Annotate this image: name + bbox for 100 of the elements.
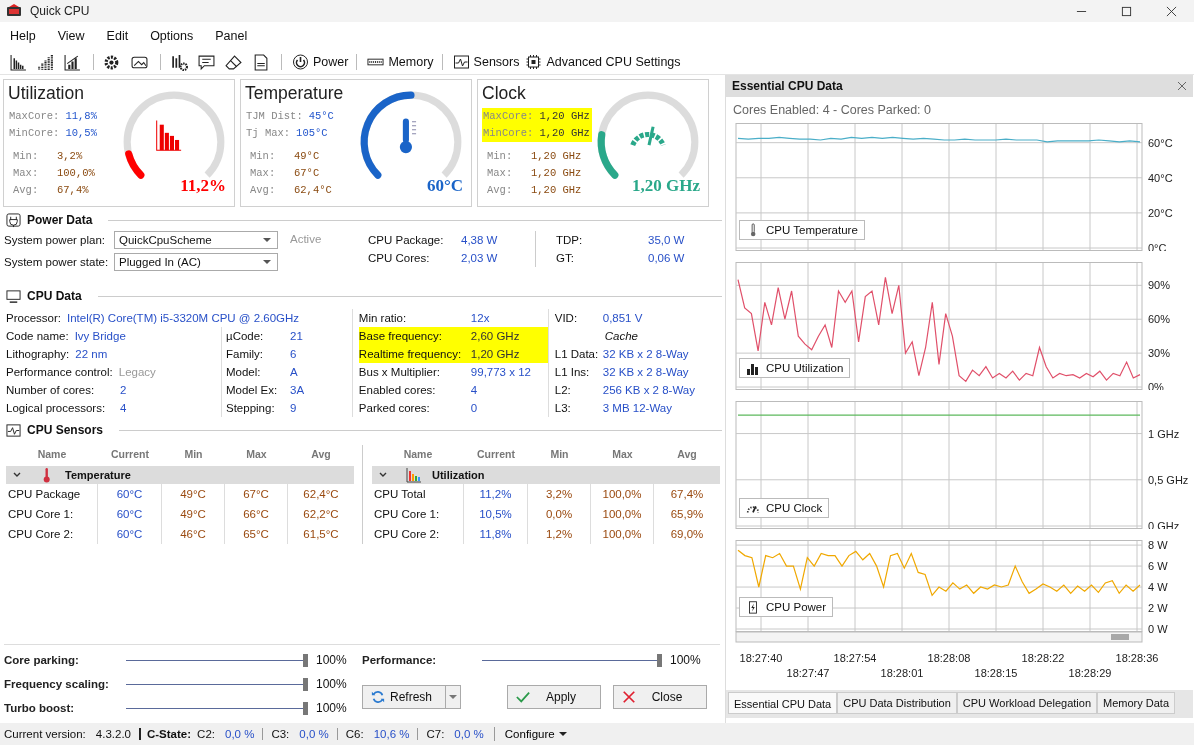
stat-label: Avg: <box>487 183 514 198</box>
scroll-bar[interactable] <box>735 631 1143 643</box>
axis-label: 6 W <box>1148 560 1168 573</box>
stat-value: 67,4% <box>57 183 89 198</box>
slider-thumb[interactable] <box>303 677 308 691</box>
table-cell: CPU Core 1: <box>6 504 98 524</box>
field-label: Lithography: <box>6 348 70 360</box>
stat-label: CPU Package: <box>368 234 445 246</box>
column-header[interactable]: Min <box>528 448 591 460</box>
status-label: C6: <box>336 728 364 740</box>
close-button[interactable]: Close <box>613 685 707 709</box>
table-cell: CPU Total <box>372 484 464 504</box>
field-label: Enabled cores: <box>358 384 437 396</box>
close-icon[interactable] <box>1166 5 1177 17</box>
toolbar-button[interactable]: Sensors <box>452 54 526 70</box>
table-cell: CPU Core 1: <box>372 504 464 524</box>
dropdown[interactable]: QuickCpuScheme <box>114 231 278 249</box>
table-cell: 11,2% <box>464 484 528 504</box>
gear-icon[interactable] <box>104 53 121 71</box>
column-header[interactable]: Max <box>591 448 654 460</box>
field-value: 12x <box>470 312 490 324</box>
axis-label: 20°C <box>1148 206 1173 219</box>
stat-value: 3,2% <box>57 149 83 164</box>
eraser-icon[interactable] <box>225 53 242 71</box>
menu-item[interactable]: Edit <box>106 29 129 43</box>
document-icon[interactable] <box>252 53 269 71</box>
field-label: Stepping: <box>226 402 276 414</box>
status-value: 4.3.2.0 <box>95 728 131 740</box>
column-header[interactable]: Name <box>372 448 464 460</box>
axis-label: 60% <box>1148 313 1171 326</box>
sliders-icon[interactable] <box>171 53 188 71</box>
power-icon <box>292 54 309 70</box>
slider-value: 100% <box>316 677 347 691</box>
field-label: Parked cores: <box>358 402 431 414</box>
status-label: C-State: <box>139 728 192 740</box>
maximize-icon[interactable] <box>1121 5 1132 17</box>
table-cell: 11,8% <box>464 524 528 544</box>
core-stat: MaxCore: 11,8% <box>8 109 98 124</box>
axis-label: 18:28:08 <box>927 652 971 664</box>
toolbar-button[interactable]: Advanced CPU Settings <box>525 54 687 70</box>
battery-icon <box>746 600 760 614</box>
configure-menu[interactable]: Configure <box>493 727 573 741</box>
caret-icon <box>449 695 457 699</box>
gauge-title: Clock <box>482 83 527 104</box>
bar-chart-icon[interactable] <box>64 53 81 71</box>
stat-label: Max: <box>250 166 277 181</box>
summary-text: Cores Enabled: 4 - Cores Parked: 0 <box>732 102 933 119</box>
field-value: 0,851 V <box>602 312 643 324</box>
slider-thumb[interactable] <box>303 701 308 715</box>
apply-button[interactable]: Apply <box>507 685 601 709</box>
legend-label: CPU Power <box>766 601 827 613</box>
group-header[interactable]: Temperature <box>6 466 354 484</box>
refresh-button[interactable]: Refresh <box>362 685 446 709</box>
toolbar-button[interactable]: Power <box>292 54 355 70</box>
close-icon[interactable] <box>1177 81 1187 91</box>
slider-value: 100% <box>670 653 701 667</box>
column-header[interactable]: Avg <box>288 448 354 460</box>
column-header[interactable]: Max <box>225 448 288 460</box>
axis-label: 60°C <box>1148 136 1173 149</box>
stat-label: Min: <box>487 149 514 164</box>
axis-label: 18:27:40 <box>739 652 783 664</box>
menu-item[interactable]: Panel <box>215 29 248 43</box>
tab[interactable]: CPU Data Distribution <box>837 692 957 714</box>
dropdown-button[interactable] <box>446 685 461 709</box>
tab[interactable]: Memory Data <box>1097 692 1176 714</box>
column-header[interactable]: Min <box>162 448 225 460</box>
dropdown[interactable]: Plugged In (AC) <box>114 253 278 271</box>
field-value: 99,773 x 12 <box>470 366 531 378</box>
toolbar-button[interactable]: Memory <box>367 54 440 70</box>
tab[interactable]: CPU Workload Delegation <box>956 692 1097 714</box>
column-header[interactable]: Current <box>98 448 162 460</box>
column-header[interactable]: Name <box>6 448 98 460</box>
group-header[interactable]: Utilization <box>372 466 720 484</box>
field-value: 32 KB x 2 8-Way <box>602 348 689 360</box>
bar-chart-icon[interactable] <box>37 53 54 71</box>
caret-icon <box>558 732 567 736</box>
column-header[interactable]: Current <box>464 448 528 460</box>
menu-item[interactable]: Help <box>10 29 36 43</box>
table-cell-text: 61,5°C <box>302 527 340 542</box>
stat-label: Min: <box>13 149 40 164</box>
pulse-icon <box>452 54 470 70</box>
slider-thumb[interactable] <box>657 653 662 667</box>
axis-label: 18:28:29 <box>1068 667 1112 679</box>
bar-chart-icon <box>746 361 760 375</box>
status-value: 10,6 % <box>373 728 410 740</box>
tab[interactable]: Essential CPU Data <box>728 692 838 714</box>
field-value: 4 <box>120 402 127 414</box>
slider-thumb[interactable] <box>303 653 308 667</box>
caret-icon <box>263 238 271 242</box>
menu-item[interactable]: Options <box>150 29 194 43</box>
field-label: Family: <box>226 348 265 360</box>
column-header[interactable]: Avg <box>654 448 720 460</box>
field-label: L1 Ins: <box>554 366 591 378</box>
bar-chart-icon[interactable] <box>10 53 27 71</box>
field-value: Intel(R) Core(TM) i5-3320M CPU @ 2.60GHz <box>66 312 300 324</box>
menu-item[interactable]: View <box>57 29 85 43</box>
field-value: 256 KB x 2 8-Way <box>602 384 695 396</box>
close-icon <box>622 690 636 704</box>
speech-bubble-icon[interactable] <box>198 53 215 71</box>
axis-label: 0,5 GHz <box>1148 473 1188 486</box>
